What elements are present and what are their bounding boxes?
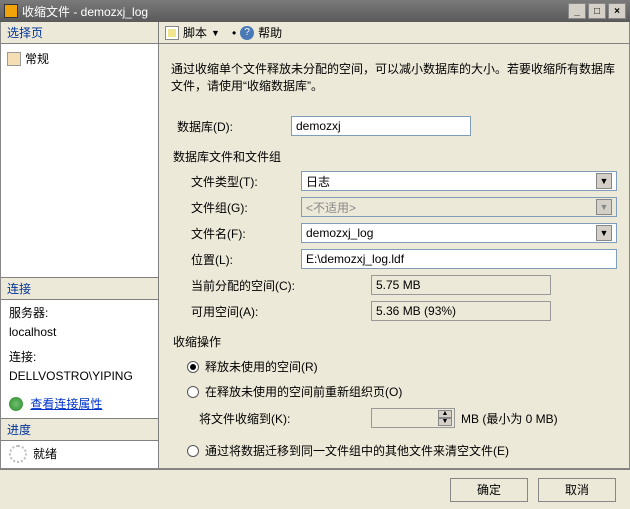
available-space-value: 5.36 MB (93%) <box>371 301 551 321</box>
database-value: demozxj <box>291 116 471 136</box>
connection-header: 连接 <box>1 277 158 300</box>
connection-value: DELLVOSTRO\YIPING <box>9 367 150 386</box>
view-props-link[interactable]: 查看连接属性 <box>30 397 102 411</box>
files-group-header: 数据库文件和文件组 <box>171 148 617 165</box>
radio-reorganize[interactable] <box>187 386 199 398</box>
description-text: 通过收缩单个文件释放未分配的空间，可以减小数据库的大小。若要收缩所有数据库文件，… <box>171 60 617 94</box>
content-area: 通过收缩单个文件释放未分配的空间，可以减小数据库的大小。若要收缩所有数据库文件，… <box>159 44 629 468</box>
cancel-button[interactable]: 取消 <box>538 478 616 502</box>
script-icon <box>165 26 179 40</box>
radio-release-unused-label: 释放未使用的空间(R) <box>205 358 318 375</box>
connection-icon <box>9 397 23 411</box>
radio-empty-file[interactable] <box>187 445 199 457</box>
script-dropdown-icon[interactable]: ▼ <box>211 28 220 38</box>
filegroup-label: 文件组(G): <box>171 199 301 216</box>
help-icon: ? <box>240 26 254 40</box>
sidebar-item-label: 常规 <box>25 50 49 67</box>
progress-status: 就绪 <box>33 445 57 464</box>
dropdown-icon: ▼ <box>596 199 612 215</box>
progress-header: 进度 <box>1 418 158 441</box>
toolbar: 脚本 ▼ • ? 帮助 <box>159 22 629 44</box>
radio-release-unused[interactable] <box>187 361 199 373</box>
available-space-label: 可用空间(A): <box>171 303 301 320</box>
dropdown-icon: ▼ <box>596 225 612 241</box>
radio-empty-file-label: 通过将数据迁移到同一文件组中的其他文件来清空文件(E) <box>205 442 509 459</box>
filegroup-select: <不适用> ▼ <box>301 197 617 217</box>
sidebar-item-general[interactable]: 常规 <box>7 48 152 69</box>
left-panel: 选择页 常规 连接 服务器: localhost 连接: DELLVOSTRO\… <box>1 22 159 468</box>
select-page-header: 选择页 <box>1 22 158 44</box>
help-button[interactable]: 帮助 <box>258 24 282 41</box>
filetype-select[interactable]: 日志 ▼ <box>301 171 617 191</box>
shrinkto-suffix: MB (最小为 0 MB) <box>461 410 558 427</box>
spin-down-icon: ▼ <box>438 418 452 426</box>
minimize-button[interactable]: _ <box>568 3 586 19</box>
server-value: localhost <box>9 323 150 342</box>
title-bar: 收缩文件 - demozxj_log _ □ × <box>0 0 630 22</box>
close-button[interactable]: × <box>608 3 626 19</box>
current-space-label: 当前分配的空间(C): <box>171 277 301 294</box>
filetype-label: 文件类型(T): <box>171 173 301 190</box>
footer: 确定 取消 <box>0 469 630 509</box>
window-title: 收缩文件 - demozxj_log <box>22 3 568 20</box>
server-label: 服务器: <box>9 304 150 323</box>
progress-spinner-icon <box>9 445 27 463</box>
connection-label: 连接: <box>9 348 150 367</box>
location-label: 位置(L): <box>171 251 301 268</box>
dropdown-icon: ▼ <box>596 173 612 189</box>
view-connection-props[interactable]: 查看连接属性 <box>9 395 150 414</box>
current-space-value: 5.75 MB <box>371 275 551 295</box>
shrinkto-label: 将文件收缩到(K): <box>171 410 311 427</box>
maximize-button[interactable]: □ <box>588 3 606 19</box>
shrinkto-spinner: ▲ ▼ <box>371 408 455 428</box>
script-button[interactable]: 脚本 <box>183 24 207 41</box>
spin-up-icon: ▲ <box>438 410 452 418</box>
filename-select[interactable]: demozxj_log ▼ <box>301 223 617 243</box>
filename-label: 文件名(F): <box>171 225 301 242</box>
radio-reorganize-label: 在释放未使用的空间前重新组织页(O) <box>205 383 402 400</box>
database-label: 数据库(D): <box>171 118 291 135</box>
shrink-action-header: 收缩操作 <box>171 333 617 350</box>
ok-button[interactable]: 确定 <box>450 478 528 502</box>
app-icon <box>4 4 18 18</box>
location-value: E:\demozxj_log.ldf <box>301 249 617 269</box>
page-icon <box>7 52 21 66</box>
